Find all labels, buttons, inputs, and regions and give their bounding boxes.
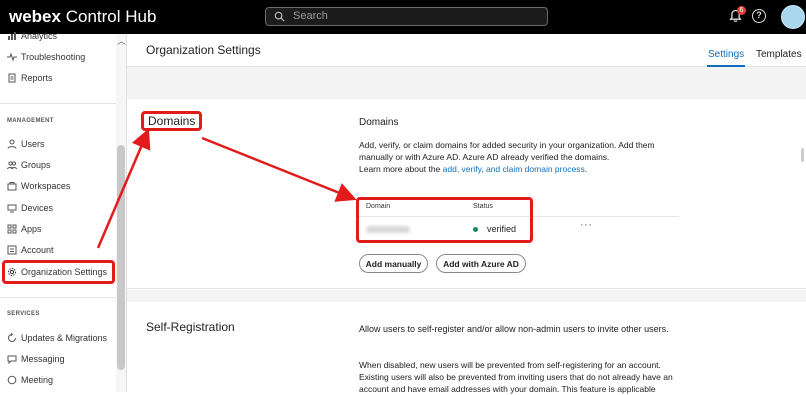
arrow-to-domain-table [201,136,357,202]
annotation-arrows [96,128,357,249]
arrow-to-domains-label [96,128,151,249]
